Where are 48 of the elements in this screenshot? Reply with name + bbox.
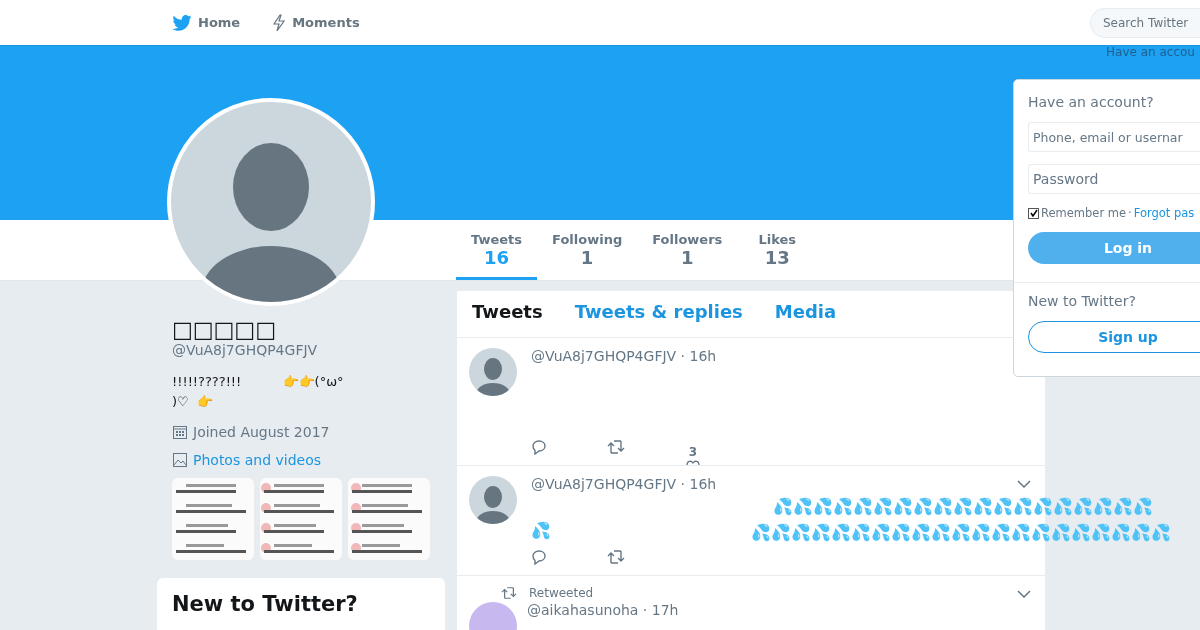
retweet-icon [501,586,517,600]
login-button[interactable]: Log in [1028,232,1200,264]
stat-tab[interactable]: Tweets 16 [456,220,538,280]
retweet-icon[interactable] [607,549,625,565]
nav-link[interactable]: Moments [272,13,360,32]
calendar-icon [172,424,188,440]
signup-prompt: New to Twitter? [1028,293,1137,309]
stat-tab[interactable]: Following 1 [537,220,638,280]
remember-checkbox[interactable] [1028,207,1039,219]
search-field[interactable]: Search Twitter [1090,8,1200,38]
photos-link[interactable]: Photos and videos [193,452,321,468]
reply-icon[interactable] [531,439,547,455]
timeline-tab[interactable]: Media [774,301,837,337]
join-date: Joined August 2017 [193,424,330,440]
retweet-context: Retweeted [529,586,594,600]
username-field[interactable]: Phone, email or usernar [1028,122,1200,152]
forgot-link[interactable]: Forgot pas [1133,206,1195,220]
tweet-header: @aikahasunoha · 17h [527,602,679,620]
password-field[interactable]: Password [1028,164,1200,194]
chevron-down-icon[interactable] [1017,590,1031,598]
profile-name: □□□□□ [172,317,277,342]
lightning-icon [272,13,287,32]
remember-label: Remember me [1041,206,1127,220]
image-icon [172,452,188,468]
timeline-tab[interactable]: Tweets & replies [574,301,743,337]
reply-icon[interactable] [531,549,547,565]
signup-button[interactable]: Sign up [1028,321,1200,353]
login-hint: Have an accou [1106,45,1195,59]
nav-link[interactable]: Home [172,14,241,31]
retweet-icon[interactable] [607,439,625,455]
stat-tab[interactable]: Followers 1 [637,220,738,280]
tweet-text: 💦 [531,520,551,542]
profile-handle: @VuA8j7GHQP4GFJV [172,342,319,358]
separator: · [1128,206,1132,220]
timeline-tab[interactable]: Tweets [472,301,543,337]
like-count: 3 [688,445,698,459]
tweet-header: @VuA8j7GHQP4GFJV · 16h [531,476,717,492]
avatar [469,348,517,396]
tweet-text: 💦💦💦💦💦💦💦💦💦💦💦💦💦💦💦💦💦💦💦💦💦 [751,522,1171,544]
profile-bio: !!!!!????!!! 👉👉(°ω° )♡ 👉 [172,373,345,411]
bird-icon [172,14,192,31]
card-title: New to Twitter? [172,592,358,616]
avatar [469,476,517,524]
tweet-text: 💦💦💦💦💦💦💦💦💦💦💦💦💦💦💦💦💦💦💦 [773,496,1154,518]
tweet-header: @VuA8j7GHQP4GFJV · 16h [531,348,717,364]
chevron-down-icon[interactable] [1017,480,1031,488]
stat-tab[interactable]: Likes 13 [737,220,818,280]
login-title: Have an account? [1028,94,1155,110]
